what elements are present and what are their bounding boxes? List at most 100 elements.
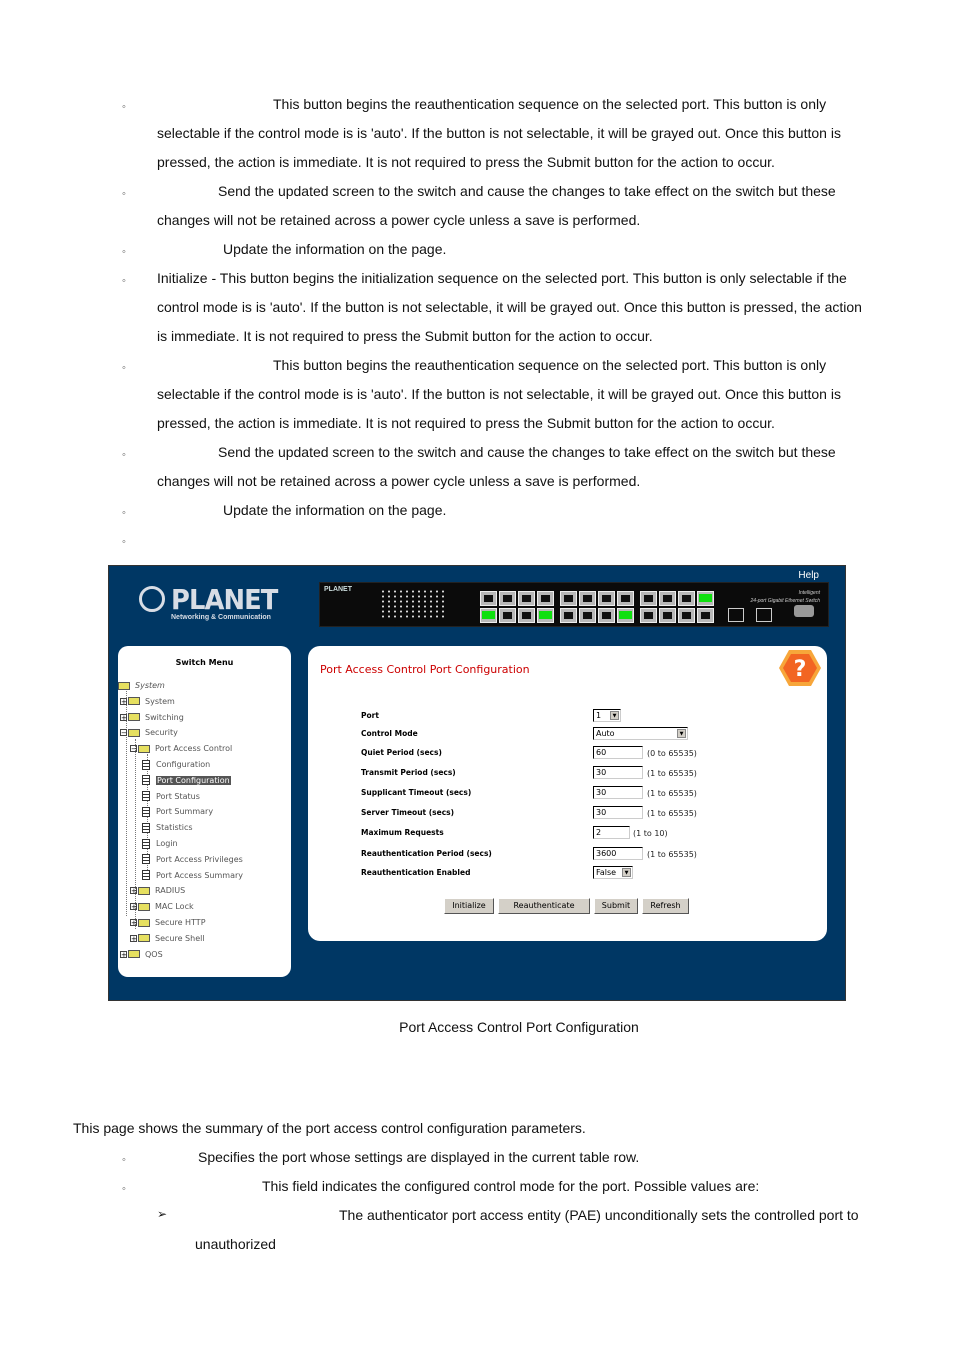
sub-bullet-arrow-icon: ➢ (157, 1207, 168, 1221)
menu-item-system[interactable]: System (118, 680, 165, 692)
initialize-button[interactable]: Initialize (444, 898, 494, 914)
page-icon (142, 838, 150, 849)
port-select[interactable]: 1 ▼ (593, 709, 621, 722)
expand-icon[interactable]: + (130, 919, 137, 927)
menu-item-radius[interactable]: + RADIUS (130, 885, 185, 897)
transmit-period-secs-input[interactable]: 30 (593, 766, 643, 779)
folder-icon (128, 713, 140, 722)
menu-item-system[interactable]: + System (120, 696, 175, 708)
switch-front-panel: PLANET Intelligent 24-port Gigabit Ether… (319, 582, 829, 627)
reauthentication-period-secs-input[interactable]: 3600 (593, 847, 643, 860)
reauthenticate-button[interactable]: Reauthenticate (498, 898, 590, 914)
ethernet-port-icon (678, 591, 695, 606)
control-mode-label: Control Mode (361, 729, 418, 738)
field-value: 2 (596, 828, 602, 837)
folder-icon (138, 934, 150, 943)
field-value: False (596, 868, 617, 877)
supplicant-timeout-secs-input[interactable]: 30 (593, 786, 643, 799)
field-value: 1 (596, 711, 602, 720)
menu-item-port-access-privileges[interactable]: Port Access Privileges (142, 854, 243, 866)
help-link[interactable]: Help (798, 570, 819, 581)
bullet-text-line: is immediate. It is not required to pres… (157, 328, 653, 344)
menu-item-secure-http[interactable]: + Secure HTTP (130, 917, 206, 929)
control-mode-select[interactable]: Auto ▼ (593, 727, 688, 740)
ethernet-port-icon (537, 591, 554, 606)
menu-item-statistics[interactable]: Statistics (142, 822, 193, 834)
maximum-requests-input[interactable]: 2 (593, 826, 630, 839)
folder-icon (128, 950, 140, 959)
transmit-period-secs-label: Transmit Period (secs) (361, 768, 456, 777)
ethernet-port-icon (697, 608, 714, 623)
bullet-glyph: ◦ (122, 1183, 126, 1195)
menu-item-label: Port Access Summary (156, 870, 243, 880)
bullet-glyph: ◦ (122, 362, 126, 374)
expand-icon[interactable]: + (130, 903, 137, 911)
reauthentication-enabled-select[interactable]: False ▼ (593, 866, 633, 879)
help-question-icon[interactable]: ? (778, 648, 822, 688)
ethernet-port-icon (499, 591, 516, 606)
expand-icon[interactable]: + (120, 713, 127, 721)
console-port-icon (794, 605, 814, 617)
menu-item-security[interactable]: − Security (120, 727, 178, 739)
quiet-period-secs-input[interactable]: 60 (593, 746, 643, 759)
dropdown-arrow-icon[interactable]: ▼ (610, 711, 619, 720)
transmit-period-secs-range-hint: (1 to 65535) (647, 769, 697, 778)
port-led-matrix (380, 589, 448, 619)
menu-item-port-status[interactable]: Port Status (142, 791, 200, 803)
ethernet-port-icon (598, 591, 615, 606)
menu-item-port-summary[interactable]: Port Summary (142, 806, 213, 818)
field-value: 60 (596, 748, 607, 757)
menu-item-label: Secure Shell (155, 933, 205, 943)
ethernet-port-icon (617, 591, 634, 606)
bullet-glyph: ◦ (122, 188, 126, 200)
bullet-glyph: ◦ (122, 275, 126, 287)
collapse-icon[interactable]: − (130, 745, 137, 753)
page-icon (142, 775, 150, 786)
menu-item-qos[interactable]: + QOS (120, 949, 163, 961)
summary-item-port: Specifies the port whose settings are di… (198, 1149, 640, 1165)
page-icon (142, 791, 150, 802)
expand-icon[interactable]: + (120, 950, 127, 958)
expand-icon[interactable]: + (130, 934, 137, 942)
server-timeout-secs-input[interactable]: 30 (593, 806, 643, 819)
quiet-period-secs-range-hint: (0 to 65535) (647, 749, 697, 758)
menu-item-label: Port Summary (156, 807, 214, 817)
planet-globe-icon (139, 586, 165, 612)
menu-item-switching[interactable]: + Switching (120, 712, 184, 724)
menu-item-login[interactable]: Login (142, 838, 178, 850)
menu-item-port-access-control[interactable]: − Port Access Control (130, 743, 232, 755)
tree-guide-line (126, 691, 127, 916)
folder-icon (138, 886, 150, 895)
menu-item-secure-shell[interactable]: + Secure Shell (130, 933, 205, 945)
menu-item-label: Secure HTTP (155, 918, 206, 927)
refresh-button[interactable]: Refresh (642, 898, 689, 914)
dropdown-arrow-icon[interactable]: ▼ (677, 729, 686, 738)
ethernet-port-icon (640, 591, 657, 606)
menu-item-label: Statistics (156, 823, 193, 833)
submit-button[interactable]: Submit (594, 898, 638, 914)
page-icon (142, 759, 150, 770)
bullet-text-line: Send the updated screen to the switch an… (218, 444, 836, 460)
bullet-glyph: ◦ (122, 536, 126, 548)
menu-item-mac-lock[interactable]: + MAC Lock (130, 901, 194, 913)
planet-logo: PLANET Networking & Communication (137, 583, 278, 624)
dropdown-arrow-icon[interactable]: ▼ (622, 868, 631, 877)
bullet-glyph: ◦ (122, 449, 126, 461)
page-icon (142, 822, 150, 833)
menu-item-port-access-summary[interactable]: Port Access Summary (142, 870, 243, 882)
ethernet-port-icon (560, 608, 577, 623)
reauthentication-period-secs-range-hint: (1 to 65535) (647, 850, 697, 859)
expand-icon[interactable]: + (120, 697, 127, 705)
reauthentication-period-secs-label: Reauthentication Period (secs) (361, 849, 492, 858)
menu-item-port-configuration[interactable]: Port Configuration (142, 775, 231, 787)
field-value: 30 (596, 808, 607, 817)
menu-item-label: Port Access Privileges (156, 854, 243, 864)
collapse-icon[interactable]: − (120, 729, 127, 737)
bullet-text-line: pressed, the action is immediate. It is … (157, 154, 775, 170)
sfp-port-2 (756, 608, 772, 622)
bullet-text-line: pressed, the action is immediate. It is … (157, 415, 775, 431)
menu-item-configuration[interactable]: Configuration (142, 759, 210, 771)
menu-item-label: Configuration (156, 760, 211, 769)
bullet-text-line: Send the updated screen to the switch an… (218, 183, 836, 199)
expand-icon[interactable]: + (130, 887, 137, 895)
